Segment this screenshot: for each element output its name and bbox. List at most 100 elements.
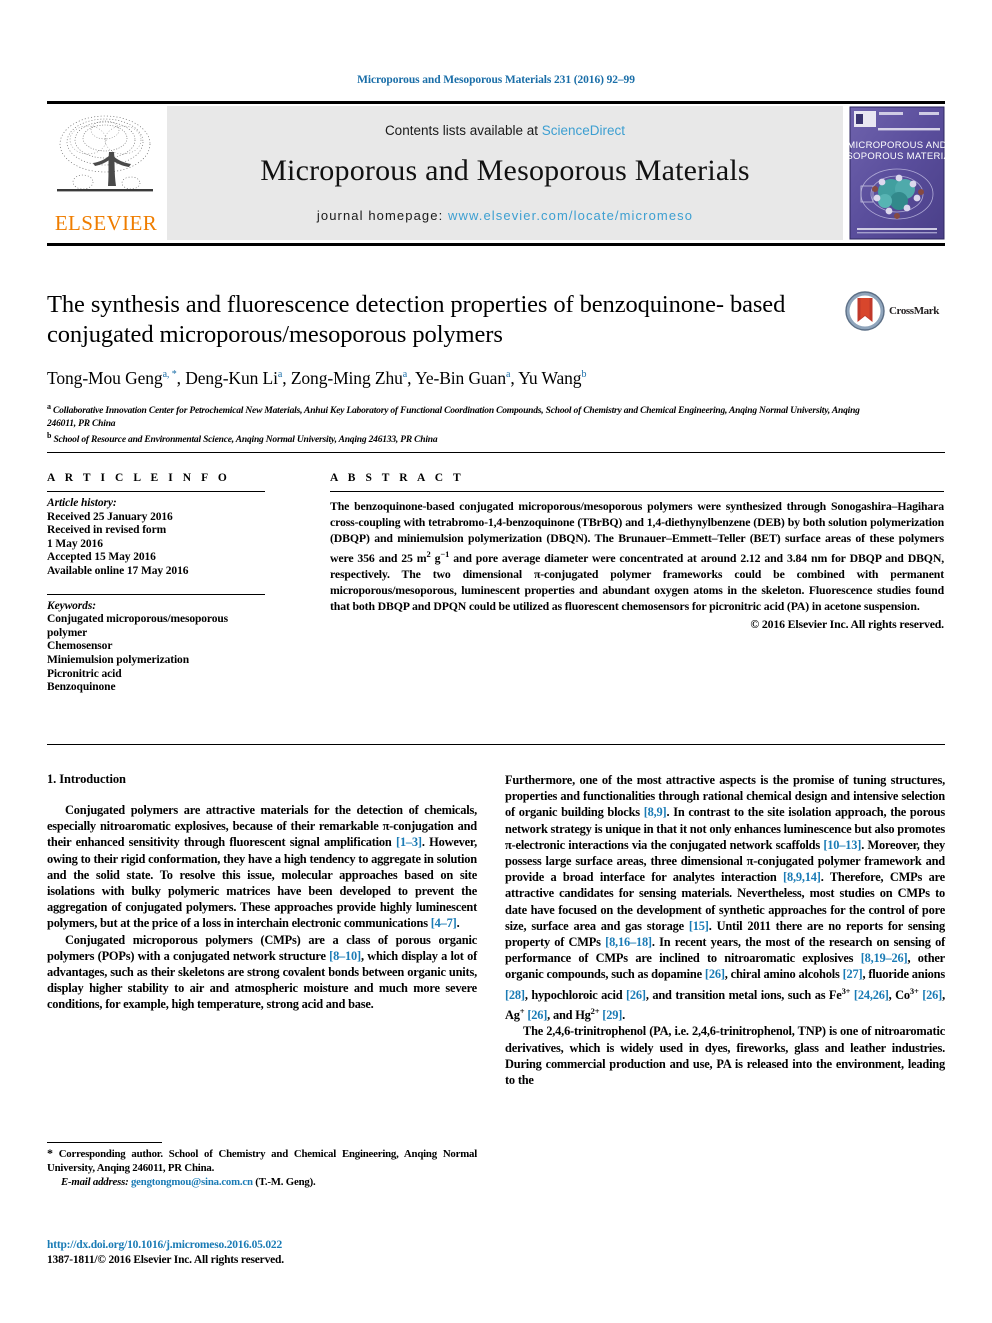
- page-title: The synthesis and fluorescence detection…: [47, 290, 837, 350]
- charge-superscript: 2+: [590, 1005, 600, 1016]
- author-name: Ye-Bin Guan: [415, 368, 506, 388]
- journal-homepage-link[interactable]: www.elsevier.com/locate/micromeso: [448, 208, 693, 223]
- citation-link[interactable]: [26]: [527, 1008, 547, 1022]
- citation-link[interactable]: [1–3]: [396, 835, 422, 849]
- abstract-text: The benzoquinone-based conjugated microp…: [330, 498, 944, 615]
- text-run: .: [622, 1008, 626, 1023]
- doi-block: http://dx.doi.org/10.1016/j.micromeso.20…: [47, 1238, 497, 1267]
- crossmark-badge[interactable]: CrossMark: [845, 291, 945, 333]
- history-item: Available online 17 May 2016: [47, 564, 189, 577]
- email-suffix: (T.-M. Geng).: [252, 1176, 316, 1188]
- affiliation-text: Collaborative Innovation Center for Petr…: [47, 406, 860, 429]
- author-affil-mark: a, *: [162, 369, 177, 381]
- corresponding-author-footnote: * Corresponding author. School of Chemis…: [47, 1142, 477, 1190]
- body-column-left: 1. Introduction Conjugated polymers are …: [47, 772, 477, 1013]
- citation-link[interactable]: [26]: [626, 988, 646, 1002]
- affiliation-text: School of Resource and Environmental Sci…: [53, 435, 438, 446]
- elsevier-logo: ELSEVIER: [47, 106, 165, 240]
- email-line: E-mail address: gengtongmou@sina.com.cn …: [47, 1176, 477, 1190]
- elsevier-wordmark: ELSEVIER: [54, 211, 158, 235]
- citation-link[interactable]: [27]: [843, 967, 863, 981]
- text-run: .: [456, 916, 460, 931]
- author-name: Yu Wang: [518, 368, 582, 388]
- citation-link[interactable]: [15]: [689, 919, 709, 933]
- affiliation-mark: a: [47, 402, 51, 411]
- article-history: Article history: Received 25 January 201…: [47, 497, 297, 579]
- crossmark-icon: [845, 291, 885, 331]
- keyword-item: polymer: [47, 626, 88, 639]
- body-column-right: Furthermore, one of the most attractive …: [505, 772, 945, 1088]
- email-label: E-mail address:: [61, 1176, 129, 1188]
- keyword-item: Benzoquinone: [47, 681, 116, 694]
- svg-text:MESOPOROUS MATERIALS: MESOPOROUS MATERIALS: [849, 151, 945, 162]
- footnote-text: Corresponding author. School of Chemistr…: [47, 1148, 477, 1174]
- email-link[interactable]: gengtongmou@sina.com.cn: [131, 1176, 253, 1188]
- author-affil-mark: a: [505, 369, 511, 381]
- affiliation-item: b School of Resource and Environmental S…: [47, 430, 877, 447]
- citation-link[interactable]: [8,9]: [644, 805, 667, 819]
- keywords-block: Keywords: Conjugated microporous/mesopor…: [47, 593, 297, 695]
- citation-link[interactable]: [29]: [602, 1008, 622, 1022]
- paragraph: The 2,4,6-trinitrophenol (PA, i.e. 2,4,6…: [505, 1024, 945, 1087]
- keywords-body: Keywords: Conjugated microporous/mesopor…: [47, 600, 297, 695]
- title-block: The synthesis and fluorescence detection…: [47, 290, 860, 447]
- history-item: Accepted 15 May 2016: [47, 551, 156, 564]
- citation-link[interactable]: [8–10]: [329, 949, 361, 963]
- author-affil-mark: b: [581, 369, 587, 381]
- contents-available-line: Contents lists available at ScienceDirec…: [167, 123, 843, 138]
- paragraph: Conjugated polymers are attractive mater…: [47, 802, 477, 932]
- charge-superscript: 3+: [909, 985, 919, 996]
- history-item: Received in revised form: [47, 524, 167, 537]
- text-run: , chiral amino alcohols: [724, 967, 843, 982]
- author-list: Tong-Mou Genga, *, Deng-Kun Lia, Zong-Mi…: [47, 368, 587, 388]
- text-run: , and transition metal ions, such as Fe: [645, 987, 842, 1002]
- affiliation-list: a Collaborative Innovation Center for Pe…: [47, 401, 877, 447]
- citation-link[interactable]: [24,26]: [854, 988, 889, 1002]
- affiliation-item: a Collaborative Innovation Center for Pe…: [47, 401, 877, 430]
- article-history-label: Article history:: [47, 497, 117, 509]
- paper-page: Microporous and Mesoporous Materials 231…: [0, 0, 992, 1323]
- sciencedirect-link[interactable]: ScienceDirect: [542, 123, 625, 138]
- author-name: Zong-Ming Zhu: [290, 368, 403, 388]
- charge-superscript: +: [519, 1005, 525, 1016]
- citation-link[interactable]: [4–7]: [431, 916, 457, 930]
- author-name: Tong-Mou Geng: [47, 368, 163, 388]
- footnote-rule: [47, 1142, 162, 1143]
- running-head: Microporous and Mesoporous Materials 231…: [357, 74, 635, 86]
- homepage-prefix: journal homepage:: [316, 208, 448, 223]
- citation-link[interactable]: [8,16–18]: [605, 935, 652, 949]
- charge-superscript: 3+: [841, 985, 851, 996]
- keywords-label: Keywords:: [47, 599, 96, 612]
- keyword-item: Chemosensor: [47, 640, 113, 653]
- citation-link[interactable]: [10–13]: [823, 838, 861, 852]
- citation-link[interactable]: [26]: [705, 967, 725, 981]
- abstract-heading: A B S T R A C T: [330, 472, 465, 484]
- abstract-mid: g: [430, 551, 441, 566]
- article-info-rule: [47, 491, 265, 492]
- keywords-rule: [47, 593, 265, 595]
- citation-link[interactable]: [26]: [922, 988, 942, 1002]
- text-run: , hypochloroic acid: [524, 987, 626, 1002]
- crossmark-label: CrossMark: [889, 305, 939, 317]
- journal-title: Microporous and Mesoporous Materials: [260, 154, 750, 187]
- issn-copyright-line: 1387-1811/© 2016 Elsevier Inc. All right…: [47, 1254, 284, 1266]
- doi-link[interactable]: http://dx.doi.org/10.1016/j.micromeso.20…: [47, 1238, 497, 1252]
- article-info-block: A R T I C L E I N F O Article history: R…: [47, 472, 297, 695]
- abstract-block: A B S T R A C T The benzoquinone-based c…: [330, 472, 944, 632]
- footnote-body: * Corresponding author. School of Chemis…: [47, 1146, 477, 1175]
- journal-cover-thumbnail: MICROPOROUS AND MESOPOROUS MATERIALS: [832, 106, 962, 240]
- author-affil-mark: a: [277, 369, 283, 381]
- author-name: Deng-Kun Li: [185, 368, 278, 388]
- abstract-copyright: © 2016 Elsevier Inc. All rights reserved…: [750, 616, 944, 631]
- citation-link[interactable]: [8,9,14]: [783, 870, 821, 884]
- info-section-top-rule: [47, 452, 945, 453]
- history-item: Received 25 January 2016: [47, 510, 173, 523]
- text-run: , fluoride anions: [862, 967, 945, 982]
- journal-homepage-line: journal homepage: www.elsevier.com/locat…: [167, 208, 843, 223]
- keyword-item: Conjugated microporous/mesoporous: [47, 613, 229, 626]
- citation-link[interactable]: [28]: [505, 988, 525, 1002]
- info-section-bottom-rule: [47, 744, 945, 745]
- keyword-item: Miniemulsion polymerization: [47, 653, 190, 666]
- citation-link[interactable]: [8,19–26]: [861, 951, 908, 965]
- text-run: , Co: [888, 987, 910, 1002]
